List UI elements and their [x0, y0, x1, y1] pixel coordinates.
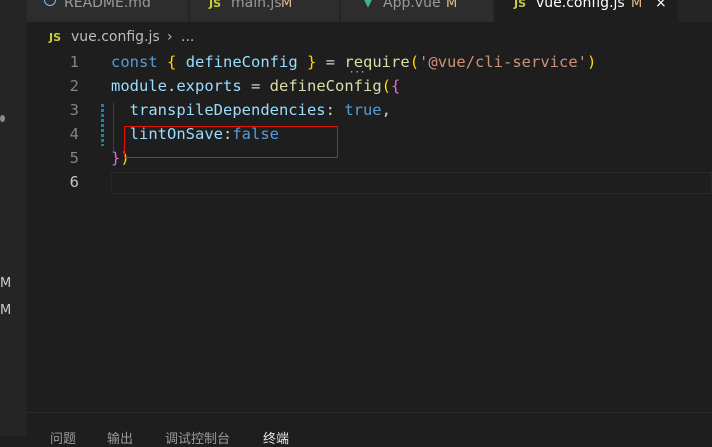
- tab-label: main.js: [231, 0, 282, 11]
- dirty-dot-icon: [0, 115, 5, 122]
- close-icon[interactable]: ×: [655, 0, 667, 11]
- code-editor[interactable]: 1 const { defineConfig } = require('@vue…: [27, 52, 712, 412]
- tab-label: README.md: [64, 0, 151, 11]
- editor-tab-bar: README.md JS main.js M ▼ App.vue M JS vu…: [27, 0, 712, 22]
- code-line: 6: [27, 172, 712, 196]
- tab-output[interactable]: 输出: [107, 428, 133, 447]
- bottom-panel-tabs: 问题 输出 调试控制台 终端: [27, 412, 712, 447]
- js-file-icon: JS: [49, 31, 62, 44]
- line-number: 3: [69, 101, 79, 119]
- info-icon: [44, 0, 56, 6]
- breadcrumb-more[interactable]: ...: [181, 29, 194, 45]
- hint-dots: ···: [349, 68, 366, 78]
- line-number: 1: [69, 53, 79, 71]
- modified-badge: M: [0, 276, 12, 291]
- left-sidebar-strip: M M: [0, 0, 27, 436]
- code-line: 3 transpileDependencies: true,: [27, 100, 712, 124]
- chevron-right-icon: ›: [167, 29, 173, 45]
- code-text: module.exports = defineConfig({: [111, 77, 401, 95]
- modified-indicator: M: [631, 0, 643, 11]
- js-file-icon: JS: [209, 0, 222, 10]
- line-number: 5: [69, 149, 79, 167]
- line-number: 4: [69, 125, 79, 143]
- breadcrumb-file[interactable]: vue.config.js: [71, 29, 160, 45]
- modified-indicator: M: [446, 0, 458, 11]
- modified-badge: M: [0, 303, 12, 318]
- line-number: 2: [69, 77, 79, 95]
- vue-file-icon: ▼: [363, 0, 373, 10]
- tab-label: App.vue: [383, 0, 441, 11]
- breadcrumb: JS vue.config.js › ...: [27, 22, 712, 52]
- line-number: 6: [69, 173, 79, 191]
- tab-debug-console[interactable]: 调试控制台: [165, 428, 230, 447]
- tab-terminal[interactable]: 终端: [263, 428, 289, 447]
- code-text: transpileDependencies: true,: [129, 101, 391, 119]
- code-line: 1 const { defineConfig } = require('@vue…: [27, 52, 712, 78]
- code-line: 2 module.exports = defineConfig({: [27, 76, 712, 100]
- tab-main-js[interactable]: JS main.js M: [190, 0, 339, 22]
- highlight-annotation-box: [124, 126, 338, 158]
- tab-label: vue.config.js: [536, 0, 625, 11]
- tab-readme[interactable]: README.md: [27, 0, 188, 22]
- tab-vue-config-js[interactable]: JS vue.config.js M ×: [495, 0, 678, 22]
- tab-app-vue[interactable]: ▼ App.vue M: [341, 0, 493, 22]
- tab-problems[interactable]: 问题: [50, 428, 76, 447]
- js-file-icon: JS: [514, 0, 527, 10]
- modified-indicator: M: [281, 0, 293, 11]
